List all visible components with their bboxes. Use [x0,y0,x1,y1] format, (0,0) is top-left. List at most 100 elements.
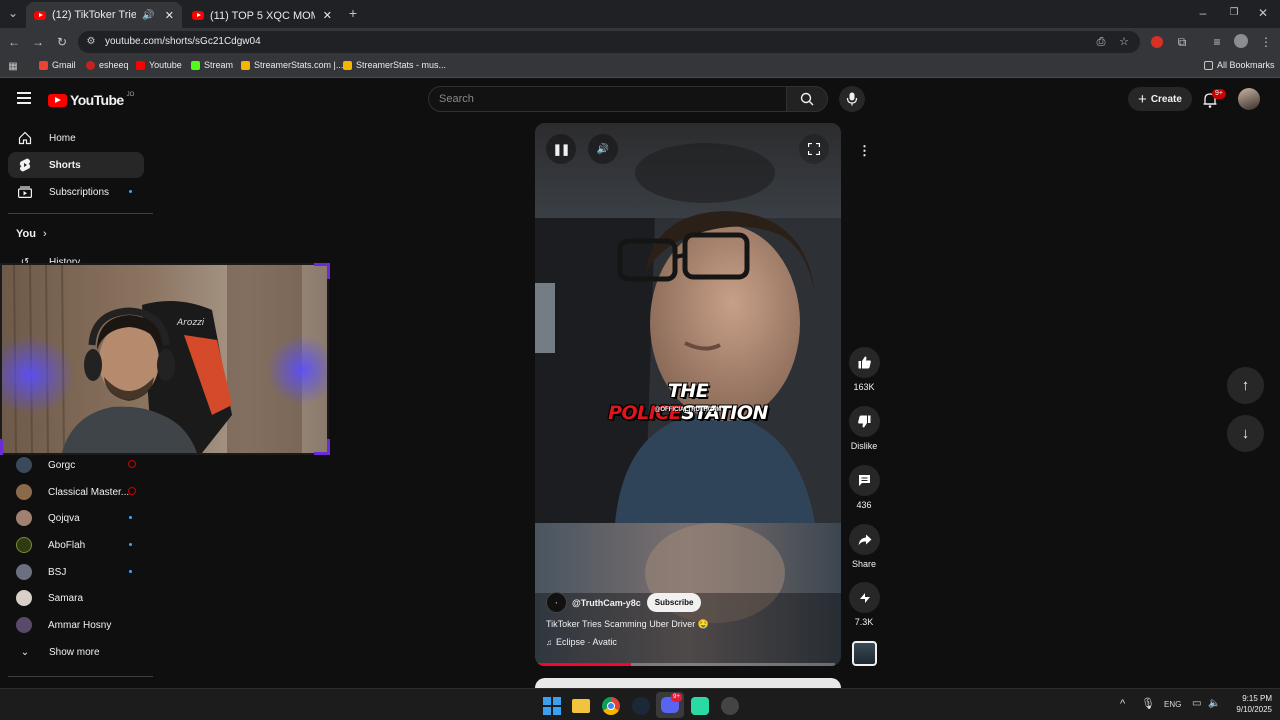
frame-corner [327,439,330,455]
share-button[interactable] [849,524,880,555]
thumbs-down-icon [858,415,871,428]
address-bar-row: ← → ↻ ⚙ youtube.com/shorts/sGc21Cdgw04 ⎙… [0,28,1280,56]
bookmark-esheeq[interactable]: esheeq [86,60,129,70]
avatar [16,590,32,606]
steam-icon[interactable] [632,697,650,715]
sidebar-item-subscription-aboflah[interactable]: AboFlah [8,532,144,558]
sidebar-item-subscription-ammar[interactable]: Ammar Hosny [8,612,144,638]
like-button[interactable] [849,347,880,378]
volume-button[interactable]: 🔊 [588,134,618,164]
music-note-icon: ♫ [546,637,552,647]
new-tab-icon[interactable]: + [346,6,360,20]
notifications-button[interactable]: 9+ [1203,89,1226,108]
youtube-favicon-icon [34,10,46,20]
home-icon [17,130,33,146]
share-label: Share [851,559,877,569]
close-window-icon[interactable]: ✕ [1256,7,1270,19]
bookmark-gmail[interactable]: Gmail [39,60,76,70]
search-button[interactable] [786,86,828,112]
subscribe-button[interactable]: Subscribe [646,593,702,612]
music-row[interactable]: ♫ Eclipse · Avatic [546,637,617,647]
more-options-button[interactable]: ⋮ [849,135,880,166]
comments-button[interactable] [849,465,880,496]
comment-icon [859,475,870,486]
app-icon[interactable] [691,697,709,715]
shorts-video-player[interactable]: THE POLICESTATION @OFFICIALTRUTHCAM ❚❚ 🔊… [535,123,841,666]
previous-short-button[interactable]: ↑ [1227,367,1264,404]
search-input[interactable]: Search [428,86,787,112]
install-app-icon[interactable]: ⎙ [1094,36,1108,48]
voice-search-button[interactable] [839,86,865,112]
language-indicator[interactable]: ENG [1164,700,1181,709]
volume-icon: 🔊 [596,143,610,155]
discord-taskbar-tile[interactable]: 9+ [656,692,684,718]
next-short-button[interactable]: ↓ [1227,415,1264,452]
channel-name[interactable]: @TruthCam-y8c [572,598,641,608]
channel-avatar[interactable]: ▪ [546,592,567,613]
thumbs-up-icon [858,356,871,369]
dislike-label: Dislike [850,441,878,451]
tab-audio-icon[interactable]: 🔊 [142,10,154,21]
sidebar-item-home[interactable]: Home [8,125,144,151]
site-info-icon[interactable]: ⚙ [84,36,98,48]
esheeq-icon [86,60,95,70]
sidebar-item-shorts[interactable]: Shorts [8,152,144,178]
sidebar-show-more[interactable]: ⌄ Show more [8,639,144,665]
next-short-preview[interactable] [535,678,841,688]
sidebar-item-subscription-bsj[interactable]: BSJ [8,559,144,585]
network-icon[interactable]: ▭ [1192,698,1201,709]
sidebar-you-heading[interactable]: You › [16,228,47,240]
bookmark-streamerstats-music[interactable]: StreamerStats - mus... [343,60,446,70]
progress-bar[interactable] [535,663,835,666]
sidebar-item-subscription-qojqva[interactable]: Qojqva [8,505,144,531]
back-icon[interactable]: ← [7,36,21,48]
windows-start-icon[interactable] [543,697,561,715]
reload-icon[interactable]: ↻ [55,36,69,48]
avatar [16,564,32,580]
extensions-icon[interactable]: ⧉ [1175,36,1189,48]
all-bookmarks[interactable]: All Bookmarks [1204,60,1275,70]
sidebar-item-subscription-classical[interactable]: Classical Master... [8,479,144,505]
media-controls-icon[interactable]: ≡ [1210,36,1224,48]
omnibox[interactable]: ⚙ youtube.com/shorts/sGc21Cdgw04 ⎙ ☆ [78,31,1140,53]
remix-button[interactable] [849,582,880,613]
clock[interactable]: 9:15 PM 9/10/2025 [1222,693,1272,715]
apps-grid-icon[interactable]: ▦ [6,61,20,73]
sidebar-item-subscriptions[interactable]: Subscriptions [8,179,144,205]
chrome-menu-icon[interactable]: ⋮ [1259,36,1273,48]
tab-active[interactable]: (12) TikToker Tries Scammin 🔊 ✕ [26,2,182,28]
tab-close-icon[interactable]: ✕ [165,9,174,22]
tab-title: (11) TOP 5 XQC MOMENTS 🤩 ( [210,9,315,22]
sound-thumbnail[interactable] [852,641,877,666]
webcam-overlay: Arozzi [0,263,337,455]
tab-close-icon[interactable]: ✕ [323,9,332,22]
minimize-icon[interactable]: – [1196,7,1210,19]
tab-search-icon[interactable]: ⌄ [6,7,20,19]
dislike-button[interactable] [849,406,880,437]
extension-record-icon[interactable] [1151,36,1163,48]
avatar [16,484,32,500]
create-button[interactable]: + Create [1128,87,1192,111]
bookmark-youtube[interactable]: Youtube [136,60,182,70]
account-avatar[interactable] [1238,88,1260,110]
forward-icon[interactable]: → [31,36,45,48]
bookmark-stream[interactable]: Stream [191,60,233,70]
bookmark-star-icon[interactable]: ☆ [1117,36,1131,48]
volume-tray-icon[interactable]: 🔈 [1208,698,1220,709]
profile-avatar[interactable] [1234,34,1248,48]
bookmarks-bar: ▦ Gmail esheeq Youtube Stream StreamerSt… [0,56,1280,78]
sidebar-item-subscription-samara[interactable]: Samara [8,585,144,611]
tab-inactive[interactable]: (11) TOP 5 XQC MOMENTS 🤩 ( ✕ [184,2,340,28]
bookmark-streamerstats[interactable]: StreamerStats.com |... [241,60,343,70]
microphone-tray-icon[interactable]: 🎙 [1141,697,1155,710]
tray-overflow-icon[interactable]: ^ [1120,698,1125,710]
app-icon[interactable] [721,697,739,715]
short-title[interactable]: TikToker Tries Scamming Uber Driver 🤤 [546,619,709,630]
chrome-taskbar-icon[interactable] [602,697,620,715]
restore-icon[interactable]: ❐ [1227,7,1241,19]
file-explorer-icon[interactable] [572,699,590,713]
fullscreen-button[interactable] [799,134,829,164]
windows-taskbar: 9+ ^ 🎙 ENG ▭ 🔈 9:15 PM 9/10/2025 [0,688,1280,720]
pause-button[interactable]: ❚❚ [546,134,576,164]
avatar [16,537,32,553]
